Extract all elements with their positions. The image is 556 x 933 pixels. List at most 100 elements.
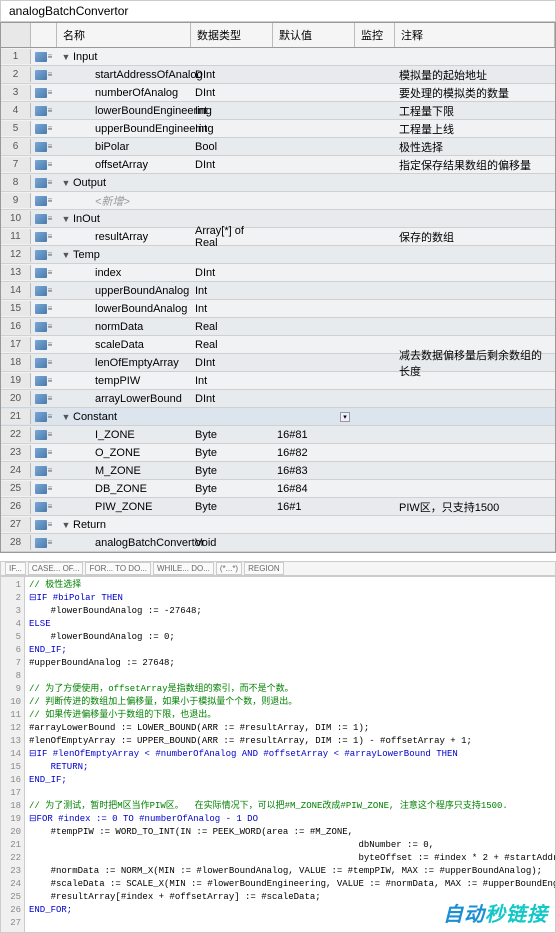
table-row[interactable]: 12≡▼Temp: [1, 246, 555, 264]
name-cell[interactable]: <新增>: [57, 191, 191, 211]
toolbar-button[interactable]: REGION: [244, 562, 284, 575]
default-cell[interactable]: [273, 325, 355, 329]
code-line[interactable]: #scaleData := SCALE_X(MIN := #lowerBound…: [29, 878, 551, 891]
table-row[interactable]: 13≡indexDInt: [1, 264, 555, 282]
default-cell[interactable]: [273, 55, 355, 59]
comment-cell[interactable]: [395, 271, 555, 275]
default-cell[interactable]: [273, 73, 355, 77]
comment-cell[interactable]: PIW区，只支持1500: [395, 497, 555, 517]
type-cell[interactable]: Int: [191, 283, 273, 299]
default-cell[interactable]: [273, 163, 355, 167]
code-line[interactable]: // 为了测试，暂时把M区当作PIW区。 在实际情况下，可以把#M_ZONE改成…: [29, 800, 551, 813]
table-row[interactable]: 22≡I_ZONEByte16#81: [1, 426, 555, 444]
name-cell[interactable]: upperBoundEngineering: [57, 121, 191, 137]
code-line[interactable]: RETURN;: [29, 761, 551, 774]
default-cell[interactable]: [273, 523, 355, 527]
toolbar-button[interactable]: WHILE... DO...: [153, 562, 214, 575]
comment-cell[interactable]: 模拟量的起始地址: [395, 65, 555, 85]
table-row[interactable]: 24≡M_ZONEByte16#83: [1, 462, 555, 480]
default-cell[interactable]: 16#83: [273, 463, 355, 479]
code-line[interactable]: #lowerBoundAnalog := -27648;: [29, 605, 551, 618]
type-cell[interactable]: Byte: [191, 463, 273, 479]
name-cell[interactable]: resultArray: [57, 229, 191, 245]
toolbar-button[interactable]: FOR... TO DO...: [85, 562, 151, 575]
type-cell[interactable]: [191, 523, 273, 527]
type-cell[interactable]: DInt: [191, 265, 273, 281]
table-row[interactable]: 16≡normDataReal: [1, 318, 555, 336]
comment-cell[interactable]: [395, 523, 555, 527]
table-row[interactable]: 14≡upperBoundAnalogInt: [1, 282, 555, 300]
table-row[interactable]: 10≡▼InOut: [1, 210, 555, 228]
default-cell[interactable]: [273, 253, 355, 257]
code-line[interactable]: // 判断传进的数组加上偏移量，如果小于模拟量个个数，则退出。: [29, 696, 551, 709]
name-cell[interactable]: offsetArray: [57, 157, 191, 173]
tree-toggle-icon[interactable]: ▼: [61, 520, 71, 530]
table-row[interactable]: 7≡offsetArrayDInt指定保存结果数组的偏移量: [1, 156, 555, 174]
name-cell[interactable]: tempPIW: [57, 373, 191, 389]
name-cell[interactable]: analogBatchConvertor: [57, 535, 191, 551]
default-cell[interactable]: 16#81: [273, 427, 355, 443]
type-cell[interactable]: DInt: [191, 391, 273, 407]
type-cell[interactable]: DInt: [191, 85, 273, 101]
comment-cell[interactable]: 指定保存结果数组的偏移量: [395, 155, 555, 175]
name-cell[interactable]: lowerBoundAnalog: [57, 301, 191, 317]
table-row[interactable]: 2≡startAddressOfAnalogDInt模拟量的起始地址: [1, 66, 555, 84]
default-cell[interactable]: [273, 127, 355, 131]
table-row[interactable]: 27≡▼Return: [1, 516, 555, 534]
code-line[interactable]: ⊟IF #biPolar THEN: [29, 592, 551, 605]
name-cell[interactable]: O_ZONE: [57, 445, 191, 461]
toolbar-button[interactable]: (*...*): [216, 562, 242, 575]
comment-cell[interactable]: 减去数据偏移量后剩余数组的长度: [395, 345, 555, 381]
code-line[interactable]: END_IF;: [29, 774, 551, 787]
name-cell[interactable]: ▼Output: [57, 175, 191, 191]
comment-cell[interactable]: 工程量下限: [395, 101, 555, 121]
col-name-header[interactable]: 名称: [57, 23, 191, 47]
table-row[interactable]: 3≡numberOfAnalogDInt要处理的模拟类的数量: [1, 84, 555, 102]
dropdown-icon[interactable]: ▾: [340, 412, 350, 422]
code-line[interactable]: // 为了方便使用，offsetArray是指数组的索引，而不是个数。: [29, 683, 551, 696]
default-cell[interactable]: [273, 109, 355, 113]
table-row[interactable]: 5≡upperBoundEngineeringInt工程量上线: [1, 120, 555, 138]
type-cell[interactable]: Int: [191, 103, 273, 119]
code-editor[interactable]: 1234567891011121314151617181920212223242…: [0, 576, 556, 933]
code-line[interactable]: [29, 670, 551, 683]
comment-cell[interactable]: 极性选择: [395, 137, 555, 157]
name-cell[interactable]: ▼InOut: [57, 211, 191, 227]
comment-cell[interactable]: [395, 397, 555, 401]
code-lines[interactable]: // 极性选择⊟IF #biPolar THEN #lowerBoundAnal…: [25, 577, 555, 932]
code-line[interactable]: ⊟IF #lenOfEmptyArray < #numberOfAnalog A…: [29, 748, 551, 761]
comment-cell[interactable]: 保存的数组: [395, 227, 555, 247]
table-row[interactable]: 4≡lowerBoundEngineeringInt工程量下限: [1, 102, 555, 120]
default-cell[interactable]: [273, 361, 355, 365]
default-cell[interactable]: [273, 271, 355, 275]
type-cell[interactable]: Array[*] of Real: [191, 223, 273, 251]
code-line[interactable]: #upperBoundAnalog := 27648;: [29, 657, 551, 670]
type-cell[interactable]: [191, 199, 273, 203]
type-cell[interactable]: [191, 217, 273, 221]
comment-cell[interactable]: [395, 289, 555, 293]
type-cell[interactable]: DInt: [191, 67, 273, 83]
table-row[interactable]: 1≡▼Input: [1, 48, 555, 66]
default-cell[interactable]: [273, 397, 355, 401]
tree-toggle-icon[interactable]: ▼: [61, 52, 71, 62]
code-line[interactable]: [29, 787, 551, 800]
code-line[interactable]: #normData := NORM_X(MIN := #lowerBoundAn…: [29, 865, 551, 878]
table-row[interactable]: 6≡biPolarBool极性选择: [1, 138, 555, 156]
table-row[interactable]: 18≡lenOfEmptyArrayDInt减去数据偏移量后剩余数组的长度: [1, 354, 555, 372]
tree-toggle-icon[interactable]: ▼: [61, 250, 71, 260]
name-cell[interactable]: M_ZONE: [57, 463, 191, 479]
default-cell[interactable]: [273, 379, 355, 383]
code-line[interactable]: // 如果传进偏移量小于数组的下限，也退出。: [29, 709, 551, 722]
col-comment-header[interactable]: 注释: [395, 23, 555, 47]
type-cell[interactable]: Byte: [191, 445, 273, 461]
default-cell[interactable]: [273, 541, 355, 545]
type-cell[interactable]: [191, 55, 273, 59]
type-cell[interactable]: Int: [191, 373, 273, 389]
comment-cell[interactable]: [395, 181, 555, 185]
comment-cell[interactable]: [395, 451, 555, 455]
code-line[interactable]: #lenOfEmptyArray := UPPER_BOUND(ARR := #…: [29, 735, 551, 748]
toolbar-button[interactable]: CASE... OF...: [28, 562, 84, 575]
type-cell[interactable]: Void: [191, 535, 273, 551]
comment-cell[interactable]: [395, 487, 555, 491]
code-line[interactable]: byteOffset := #index * 2 + #startAddress…: [29, 852, 551, 865]
